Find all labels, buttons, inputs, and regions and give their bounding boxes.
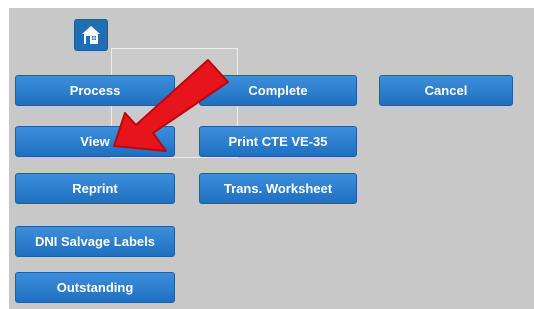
process-button[interactable]: Process	[15, 75, 175, 106]
main-panel	[9, 8, 534, 309]
trans-worksheet-button[interactable]: Trans. Worksheet	[199, 173, 357, 204]
complete-button[interactable]: Complete	[199, 75, 357, 106]
view-button[interactable]: View	[15, 126, 175, 157]
home-icon	[82, 26, 100, 44]
outstanding-button[interactable]: Outstanding	[15, 272, 175, 303]
reprint-button[interactable]: Reprint	[15, 173, 175, 204]
cancel-button[interactable]: Cancel	[379, 75, 513, 106]
home-button[interactable]	[74, 19, 108, 51]
print-cte-button[interactable]: Print CTE VE-35	[199, 126, 357, 157]
dni-salvage-labels-button[interactable]: DNI Salvage Labels	[15, 226, 175, 257]
